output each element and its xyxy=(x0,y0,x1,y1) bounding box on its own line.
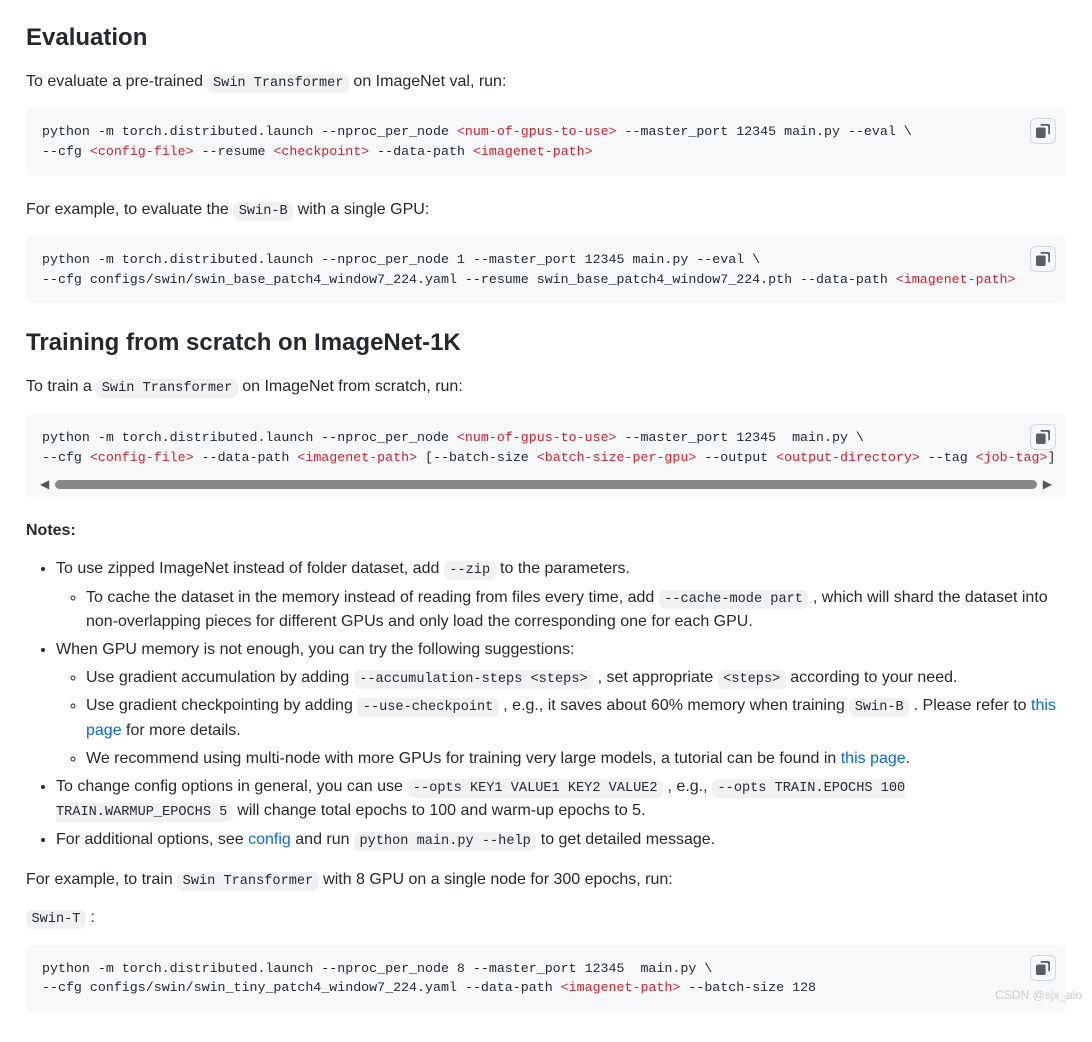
code-content: python -m torch.distributed.launch --npr… xyxy=(42,250,1050,289)
text: on ImageNet from scratch, run: xyxy=(238,378,463,395)
list-item: To cache the dataset in the memory inste… xyxy=(86,586,1066,634)
inline-code: Swin-B xyxy=(233,202,293,221)
code-content: python -m torch.distributed.launch --npr… xyxy=(42,428,1050,467)
copy-icon xyxy=(1036,430,1050,444)
copy-button[interactable] xyxy=(1030,424,1056,450)
inline-code: Swin-B xyxy=(849,698,909,717)
copy-icon xyxy=(1036,961,1050,975)
inline-code: --cache-mode part xyxy=(659,590,809,609)
text: For example, to evaluate the Swin-B with… xyxy=(26,198,1066,222)
text: To train a Swin Transformer on ImageNet … xyxy=(26,375,1066,399)
text: on ImageNet val, run: xyxy=(349,73,506,90)
copy-icon xyxy=(1036,252,1050,266)
inline-code: Swin Transformer xyxy=(96,379,238,398)
list-item: Use gradient checkpointing by adding --u… xyxy=(86,694,1066,742)
inline-code: --zip xyxy=(444,561,496,580)
inline-code: --opts KEY1 VALUE1 KEY2 VALUE2 xyxy=(407,779,663,798)
inline-code: Swin Transformer xyxy=(177,872,319,891)
inline-code: Swin-T xyxy=(26,910,86,929)
list-item: Use gradient accumulation by adding --ac… xyxy=(86,666,1066,690)
code-block: python -m torch.distributed.launch --npr… xyxy=(26,945,1066,1012)
list-item: To use zipped ImageNet instead of folder… xyxy=(56,557,1066,634)
copy-button[interactable] xyxy=(1030,955,1056,981)
text: For example, to train xyxy=(26,871,177,888)
code-block: python -m torch.distributed.launch --npr… xyxy=(26,414,1066,497)
text: To evaluate a pre-trained Swin Transform… xyxy=(26,70,1066,94)
text: For example, to train Swin Transformer w… xyxy=(26,868,1066,892)
list-item: For additional options, see config and r… xyxy=(56,828,1066,852)
copy-icon xyxy=(1036,124,1050,138)
text: To evaluate a pre-trained xyxy=(26,73,207,90)
code-content: python -m torch.distributed.launch --npr… xyxy=(42,122,1050,161)
list-item: We recommend using multi-node with more … xyxy=(86,747,1066,771)
scrollbar-track[interactable] xyxy=(55,480,1037,489)
text: To train a xyxy=(26,378,96,395)
inline-code: <steps> xyxy=(718,670,786,689)
link-this-page[interactable]: this page xyxy=(841,750,906,767)
inline-code: --accumulation-steps <steps> xyxy=(354,670,593,689)
text: with 8 GPU on a single node for 300 epoc… xyxy=(319,871,673,888)
notes-list: To use zipped ImageNet instead of folder… xyxy=(26,557,1066,852)
code-content: python -m torch.distributed.launch --npr… xyxy=(42,959,1050,998)
inline-code: Swin Transformer xyxy=(207,74,349,93)
scroll-left-icon[interactable]: ◀ xyxy=(40,475,49,493)
list-item: When GPU memory is not enough, you can t… xyxy=(56,638,1066,771)
inline-code: python main.py --help xyxy=(354,832,536,851)
inline-code: --use-checkpoint xyxy=(357,698,499,717)
link-config[interactable]: config xyxy=(248,831,291,848)
scrollbar[interactable]: ◀ ▶ xyxy=(40,475,1052,493)
scroll-right-icon[interactable]: ▶ xyxy=(1043,475,1052,493)
notes-header: Notes: xyxy=(26,519,1066,543)
list-item: To change config options in general, you… xyxy=(56,775,1066,824)
text: For example, to evaluate the xyxy=(26,201,233,218)
heading-evaluation: Evaluation xyxy=(26,20,1066,56)
watermark: CSDN @sjx_alo xyxy=(995,986,1082,1004)
text: with a single GPU: xyxy=(293,201,429,218)
code-block: python -m torch.distributed.launch --npr… xyxy=(26,236,1066,303)
copy-button[interactable] xyxy=(1030,246,1056,272)
copy-button[interactable] xyxy=(1030,118,1056,144)
code-block: python -m torch.distributed.launch --npr… xyxy=(26,108,1066,175)
model-name: Swin-T : xyxy=(26,906,1066,930)
heading-training: Training from scratch on ImageNet-1K xyxy=(26,325,1066,361)
